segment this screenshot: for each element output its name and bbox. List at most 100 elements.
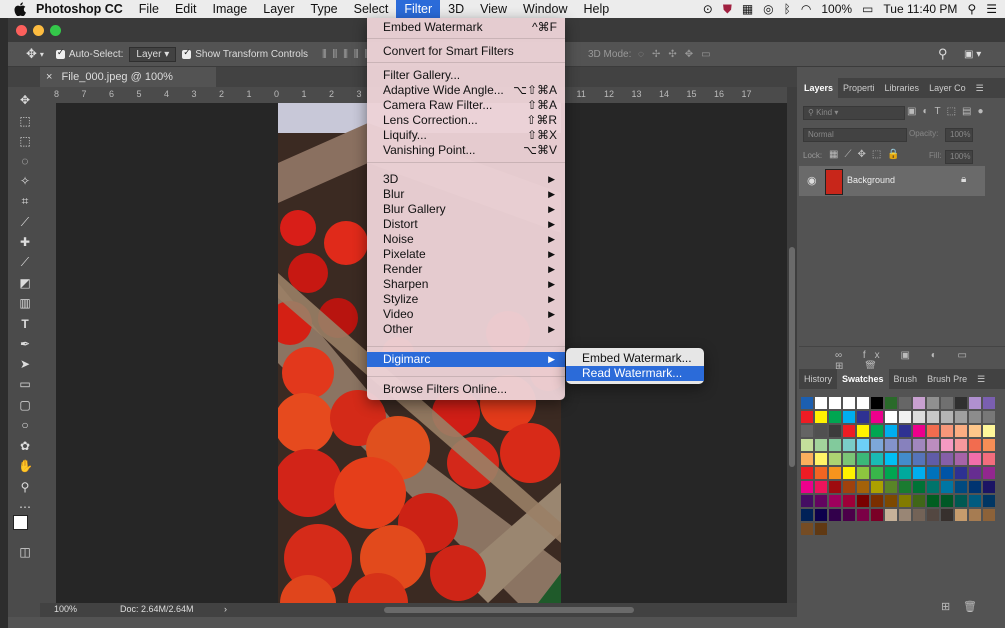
color-swatch[interactable] [913, 439, 925, 451]
color-swatch[interactable] [885, 495, 897, 507]
color-swatch[interactable] [801, 425, 813, 437]
color-swatch[interactable] [941, 439, 953, 451]
color-swatch[interactable] [885, 509, 897, 521]
gradient-tool-icon[interactable]: ▥ [18, 296, 32, 310]
color-swatch[interactable] [941, 495, 953, 507]
color-swatch[interactable] [801, 397, 813, 409]
color-swatch[interactable] [927, 411, 939, 423]
menu-edit[interactable]: Edit [167, 0, 205, 18]
creative-cloud-icon[interactable]: ⊙ [703, 2, 713, 16]
color-swatch[interactable] [955, 425, 967, 437]
color-swatch[interactable] [829, 481, 841, 493]
eraser-tool-icon[interactable]: ◩ [18, 276, 32, 290]
color-swatch[interactable] [969, 453, 981, 465]
color-swatch[interactable] [941, 397, 953, 409]
tab-libraries[interactable]: Libraries [880, 78, 925, 98]
pen-tool-icon[interactable]: ✒ [18, 337, 32, 351]
lock-icons[interactable]: ▦⟋✥⬚🔒 [829, 149, 906, 160]
new-swatch-icon[interactable]: ⊞ [941, 600, 950, 613]
fill-field[interactable]: 100% [945, 150, 973, 164]
color-swatch[interactable] [871, 397, 883, 409]
color-swatch[interactable] [885, 481, 897, 493]
lasso-tool-icon[interactable]: ◌ [18, 154, 32, 168]
color-swatch[interactable] [983, 425, 995, 437]
horizontal-scrollbar-thumb[interactable] [384, 607, 634, 613]
color-swatch[interactable] [829, 425, 841, 437]
brush-tool-icon[interactable]: ⟋ [18, 255, 32, 269]
color-swatch[interactable] [815, 481, 827, 493]
color-swatch[interactable] [955, 397, 967, 409]
close-tab-icon[interactable]: × [46, 71, 52, 83]
color-swatch[interactable] [927, 425, 939, 437]
custom-shape-tool-icon[interactable]: ✿ [18, 439, 32, 453]
menu-filter[interactable]: Filter [396, 0, 441, 18]
color-swatch[interactable] [829, 397, 841, 409]
rounded-rect-tool-icon[interactable]: ▢ [18, 398, 32, 412]
marquee-tool-icon[interactable]: ⬚ [18, 134, 32, 148]
color-swatch[interactable] [941, 509, 953, 521]
color-swatch[interactable] [829, 439, 841, 451]
workspace-icon[interactable]: ▣ ▾ [964, 49, 981, 60]
filter-menu-item-noise[interactable]: Noise ▶ [367, 232, 565, 247]
blend-mode-select[interactable]: Normal [803, 128, 907, 142]
filter-menu-item-other[interactable]: Other ▶ [367, 322, 565, 337]
color-swatch[interactable] [913, 509, 925, 521]
healing-brush-tool-icon[interactable]: ✚ [18, 235, 32, 249]
foreground-color-swatch[interactable] [13, 515, 28, 530]
color-swatch[interactable] [829, 411, 841, 423]
color-swatch[interactable] [885, 467, 897, 479]
color-swatch[interactable] [899, 509, 911, 521]
transform-controls-checkbox[interactable] [182, 47, 192, 59]
color-swatch[interactable] [969, 467, 981, 479]
color-swatch[interactable] [969, 411, 981, 423]
filter-menu-item-pixelate[interactable]: Pixelate ▶ [367, 247, 565, 262]
color-swatch[interactable] [801, 495, 813, 507]
artboard-tool-icon[interactable]: ⬚ [18, 114, 32, 128]
color-swatch[interactable] [983, 411, 995, 423]
filter-menu-item-distort[interactable]: Distort ▶ [367, 217, 565, 232]
clock[interactable]: Tue 11:40 PM [883, 2, 957, 16]
color-swatch[interactable] [983, 481, 995, 493]
color-swatch[interactable] [857, 397, 869, 409]
color-swatch[interactable] [801, 523, 813, 535]
tab-layers[interactable]: Layers [799, 78, 839, 98]
sync-icon[interactable]: ◎ [763, 2, 773, 16]
status-menu-arrow-icon[interactable]: › [224, 604, 227, 614]
filter-menu-item-lens-correction[interactable]: Lens Correction... ⇧⌘R [367, 113, 565, 128]
move-tool-icon[interactable]: ✥ [18, 93, 32, 107]
zoom-level[interactable]: 100% [54, 604, 77, 614]
color-swatch[interactable] [815, 425, 827, 437]
color-swatch[interactable] [927, 495, 939, 507]
color-swatch[interactable] [885, 453, 897, 465]
type-tool-icon[interactable]: T [18, 317, 32, 331]
submenu-embed-watermark[interactable]: Embed Watermark... [566, 351, 704, 366]
color-swatch[interactable] [857, 495, 869, 507]
search-icon[interactable]: ⚲ [938, 46, 948, 62]
color-swatch[interactable] [969, 495, 981, 507]
filter-menu-item-stylize[interactable]: Stylize ▶ [367, 292, 565, 307]
color-swatch[interactable] [885, 411, 897, 423]
color-swatch[interactable] [815, 397, 827, 409]
move-tool-icon[interactable]: ✥ [26, 46, 37, 62]
color-swatch[interactable] [871, 481, 883, 493]
color-swatch[interactable] [913, 495, 925, 507]
filter-menu-item-blur-gallery[interactable]: Blur Gallery ▶ [367, 202, 565, 217]
color-swatch[interactable] [913, 453, 925, 465]
spotlight-icon[interactable]: ⚲ [967, 2, 976, 16]
color-swatch[interactable] [899, 467, 911, 479]
color-swatch[interactable] [969, 425, 981, 437]
color-swatch[interactable] [927, 481, 939, 493]
filter-menu-item-render[interactable]: Render ▶ [367, 262, 565, 277]
scroll-thumb[interactable] [789, 247, 795, 467]
filter-menu-item-camera-raw-filter[interactable]: Camera Raw Filter... ⇧⌘A [367, 98, 565, 113]
filter-menu-item-liquify[interactable]: Liquify... ⇧⌘X [367, 128, 565, 143]
color-swatch[interactable] [857, 453, 869, 465]
menu-select[interactable]: Select [346, 0, 397, 18]
color-swatch[interactable] [871, 467, 883, 479]
color-swatch[interactable] [983, 495, 995, 507]
color-swatch[interactable] [885, 439, 897, 451]
filter-menu-item-3d[interactable]: 3D ▶ [367, 172, 565, 187]
close-window-button[interactable] [16, 25, 27, 36]
color-swatch[interactable] [899, 495, 911, 507]
color-swatch[interactable] [815, 509, 827, 521]
